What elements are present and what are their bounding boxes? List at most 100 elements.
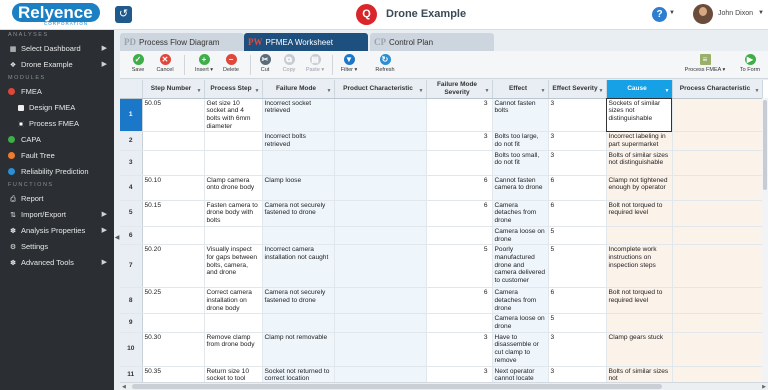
effect-severity-cell[interactable]: 5 (548, 226, 607, 246)
failure-mode-severity-cell[interactable]: 6 (426, 175, 493, 201)
sidebar-item-analysis-properties[interactable]: ✽ Analysis Properties ▶ (0, 223, 114, 239)
user-name[interactable]: John Dixon (718, 10, 753, 17)
cancel-button[interactable]: ✕ Cancel (152, 54, 178, 78)
cause-cell[interactable]: Clamp not tightened enough by operator (606, 175, 673, 201)
row-number[interactable]: 8 (120, 287, 143, 315)
process-step-cell[interactable]: Clamp camera onto drone body (204, 175, 263, 201)
process-step-cell[interactable]: Get size 10 socket and 4 bolts with 6mm … (204, 98, 263, 133)
table-row[interactable]: 5 50.15 Fasten camera to drone body with b… (120, 200, 763, 227)
effect-severity-cell[interactable]: 3 (548, 150, 607, 176)
scroll-right-icon[interactable]: ▶ (762, 383, 766, 390)
effect-severity-cell[interactable]: 6 (548, 175, 607, 201)
table-row[interactable]: 6 Camera loose on drone 5 (120, 226, 763, 246)
process-characteristic-cell[interactable] (672, 332, 763, 367)
copy-button[interactable]: ⧉ Copy (278, 54, 300, 78)
cause-cell[interactable] (606, 313, 673, 333)
column-header[interactable]: Failure Mode Severity ▼ (426, 80, 493, 99)
table-row[interactable]: 9 Camera loose on drone 5 (120, 313, 763, 333)
row-number[interactable]: 5 (120, 200, 143, 227)
column-header[interactable]: Process Step ▼ (204, 80, 263, 99)
failure-mode-cell[interactable]: Incorrect socket retrieved (262, 98, 335, 133)
cause-cell[interactable]: Bolt not torqued to required level (606, 200, 673, 227)
avatar[interactable] (693, 4, 713, 24)
row-number[interactable]: 1 (120, 98, 143, 133)
process-characteristic-cell[interactable] (672, 244, 763, 289)
sidebar-item-settings[interactable]: ⚙ Settings (0, 239, 114, 255)
step-number-cell[interactable]: 50.30 (142, 332, 205, 367)
step-number-cell[interactable]: 50.25 (142, 287, 205, 315)
cause-cell[interactable]: Incorrect labeling in part supermarket (606, 131, 673, 151)
failure-mode-cell[interactable]: Incorrect bolts retrieved (262, 131, 335, 151)
process-characteristic-cell[interactable] (672, 98, 763, 133)
failure-mode-cell[interactable] (262, 313, 335, 333)
column-header[interactable]: Product Characteristic ▼ (334, 80, 427, 99)
effect-severity-cell[interactable]: 6 (548, 200, 607, 227)
column-header[interactable]: Step Number ▼ (142, 80, 205, 99)
product-characteristic-cell[interactable] (334, 287, 427, 315)
step-number-cell[interactable]: 50.20 (142, 244, 205, 289)
process-characteristic-cell[interactable] (672, 131, 763, 151)
effect-cell[interactable]: Cannot fasten bolts (492, 98, 549, 133)
chevron-down-icon[interactable]: ▼ (669, 10, 675, 16)
sidebar-item-report[interactable]: ⎙ Report (0, 191, 114, 207)
column-menu-icon[interactable]: ▼ (485, 88, 490, 96)
filter-button[interactable]: ▼ Filter ▾ (336, 54, 362, 78)
table-row[interactable]: 10 50.30 Remove clamp from drone body Clamp… (120, 332, 763, 367)
step-number-cell[interactable] (142, 150, 205, 176)
column-header[interactable]: Effect ▼ (492, 80, 549, 99)
process-step-cell[interactable] (204, 313, 263, 333)
table-row[interactable]: 8 50.25 Correct camera installation on dro… (120, 287, 763, 315)
row-number[interactable]: 7 (120, 244, 143, 289)
sidebar-item-reliability-prediction[interactable]: Reliability Prediction (0, 164, 114, 180)
collapse-sidebar-handle[interactable]: ◀ (114, 230, 120, 246)
sidebar-item-capa[interactable]: CAPA (0, 132, 114, 148)
column-menu-icon[interactable]: ▼ (197, 88, 202, 96)
failure-mode-severity-cell[interactable]: 3 (426, 131, 493, 151)
product-characteristic-cell[interactable] (334, 175, 427, 201)
column-menu-icon[interactable]: ▼ (665, 88, 670, 96)
relyence-logo[interactable]: Relyence CORPORATION (8, 3, 100, 27)
table-row[interactable]: 3 Bolts too small, do not fit 3 Bolts of si… (120, 150, 763, 176)
cause-cell[interactable]: Clamp gears stuck (606, 332, 673, 367)
row-number[interactable]: 6 (120, 226, 143, 246)
effect-cell[interactable]: Camera loose on drone (492, 226, 549, 246)
cause-cell[interactable]: Sockets of similar sizes not distinguish… (606, 98, 673, 133)
column-menu-icon[interactable]: ▼ (599, 88, 604, 96)
effect-cell[interactable]: Cannot fasten camera to drone (492, 175, 549, 201)
paste-button[interactable]: ▤ Paste ▾ (302, 54, 328, 78)
row-number[interactable]: 9 (120, 313, 143, 333)
cause-cell[interactable]: Incomplete work instructions on inspecti… (606, 244, 673, 289)
failure-mode-cell[interactable]: Incorrect camera installation not caught (262, 244, 335, 289)
refresh-button[interactable]: ↻ Refresh (372, 54, 398, 78)
tab-control-plan[interactable]: CP Control Plan (370, 33, 494, 51)
table-row[interactable]: 1 50.05 Get size 10 socket and 4 bolts wit… (120, 98, 763, 133)
effect-cell[interactable]: Camera detaches from drone (492, 200, 549, 227)
effect-severity-cell[interactable]: 5 (548, 313, 607, 333)
product-characteristic-cell[interactable] (334, 98, 427, 133)
process-characteristic-cell[interactable] (672, 175, 763, 201)
product-characteristic-cell[interactable] (334, 200, 427, 227)
failure-mode-cell[interactable] (262, 150, 335, 176)
cut-button[interactable]: ✂ Cut (254, 54, 276, 78)
step-number-cell[interactable]: 50.15 (142, 200, 205, 227)
column-header[interactable]: Process Characteristic ▼ (672, 80, 763, 99)
help-icon[interactable]: ? (652, 7, 667, 22)
failure-mode-cell[interactable]: Camera not securely fastened to drone (262, 200, 335, 227)
cause-cell[interactable]: Bolt not torqued to required level (606, 287, 673, 315)
column-menu-icon[interactable]: ▼ (419, 88, 424, 96)
effect-cell[interactable]: Bolts too small, do not fit (492, 150, 549, 176)
row-number[interactable]: 3 (120, 150, 143, 176)
column-menu-icon[interactable]: ▼ (541, 88, 546, 96)
failure-mode-severity-cell[interactable]: 6 (426, 287, 493, 315)
sidebar-item-process-fmea[interactable]: Process FMEA (0, 116, 114, 132)
horizontal-scroll-thumb[interactable] (132, 384, 662, 389)
effect-severity-cell[interactable]: 3 (548, 98, 607, 133)
effect-severity-cell[interactable]: 6 (548, 287, 607, 315)
sidebar-item-select-dashboard[interactable]: ▦ Select Dashboard ▶ (0, 41, 114, 57)
process-step-cell[interactable] (204, 131, 263, 151)
vertical-scroll-thumb[interactable] (763, 100, 767, 190)
step-number-cell[interactable] (142, 226, 205, 246)
process-characteristic-cell[interactable] (672, 287, 763, 315)
step-number-cell[interactable] (142, 313, 205, 333)
effect-cell[interactable]: Poorly manufactured drone and camera del… (492, 244, 549, 289)
